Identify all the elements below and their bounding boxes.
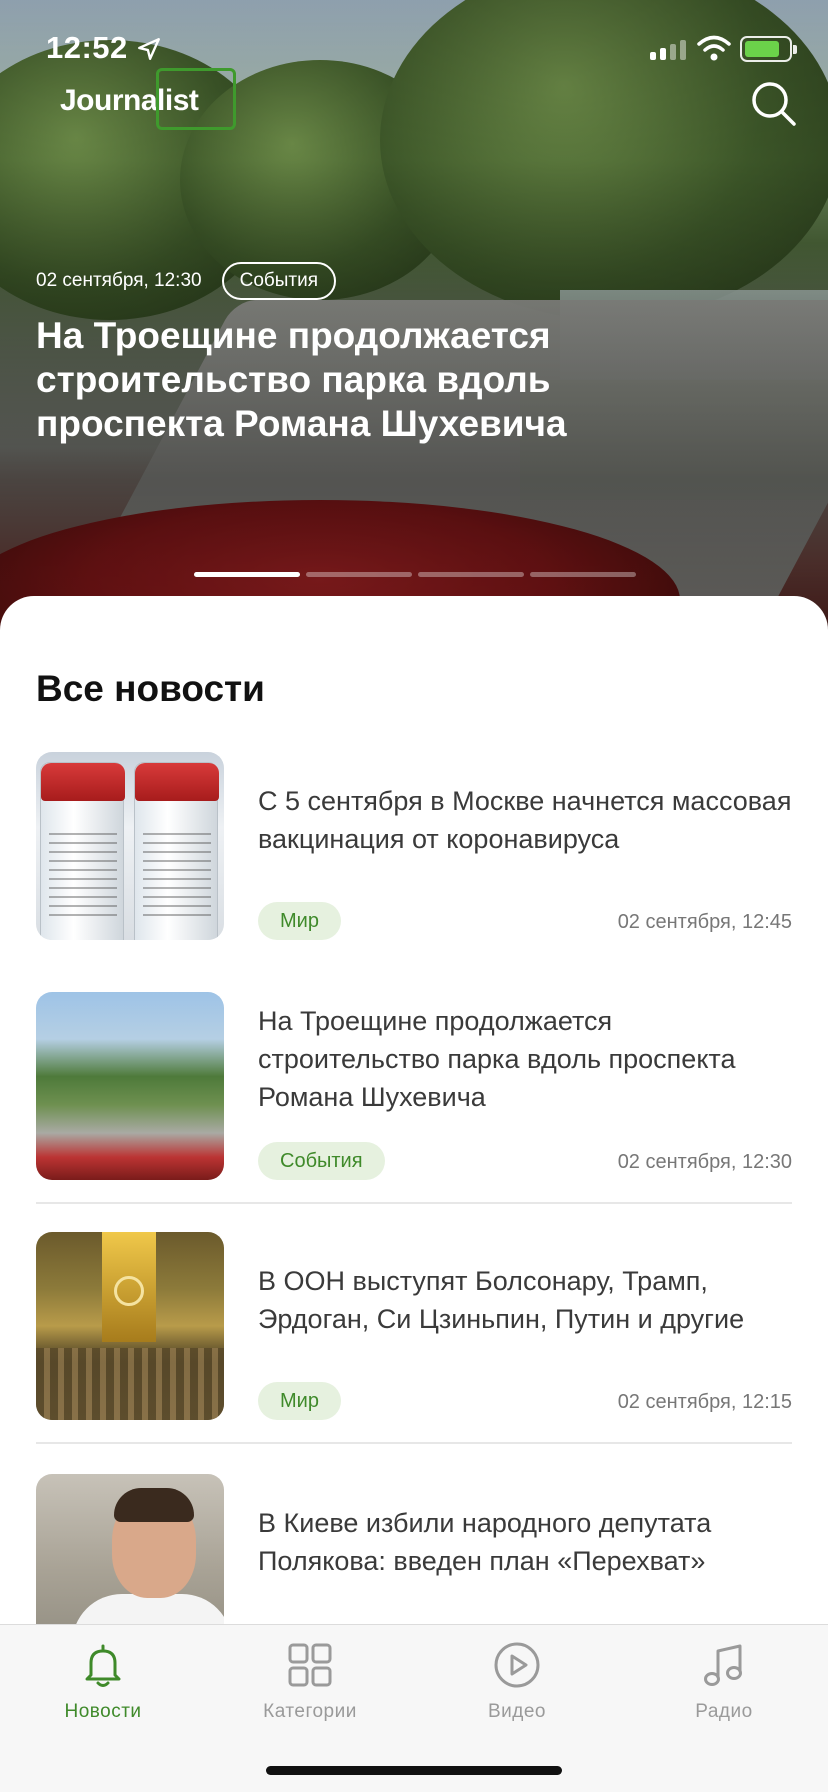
hero-meta: 02 сентября, 12:30 События xyxy=(36,262,337,300)
hero-pager xyxy=(194,572,636,577)
pager-dot[interactable] xyxy=(530,572,636,577)
news-category-tag[interactable]: События xyxy=(258,1142,385,1180)
news-thumbnail xyxy=(36,752,224,940)
news-item[interactable]: С 5 сентября в Москве начнется массовая … xyxy=(36,752,792,940)
hero-date: 02 сентября, 12:30 xyxy=(36,270,202,291)
status-time: 12:52 xyxy=(46,30,128,65)
hero-category-tag[interactable]: События xyxy=(221,262,337,300)
news-date: 02 сентября, 12:30 xyxy=(617,1151,792,1173)
news-title: В Киеве избили народного депутата Поляко… xyxy=(258,1508,712,1576)
play-icon xyxy=(494,1642,540,1688)
news-date: 02 сентября, 12:45 xyxy=(617,911,792,933)
pager-dot[interactable] xyxy=(418,572,524,577)
tab-news[interactable]: Новости xyxy=(23,1641,183,1723)
logo-frame xyxy=(156,68,236,130)
tab-label: Видео xyxy=(487,1701,546,1722)
tab-label: Новости xyxy=(64,1701,142,1722)
news-title: На Троещине продолжается строительство п… xyxy=(258,1006,736,1112)
divider xyxy=(36,1442,792,1444)
news-item[interactable]: В ООН выступят Болсонару, Трамп, Эрдоган… xyxy=(36,1232,792,1420)
home-indicator[interactable] xyxy=(266,1766,562,1775)
tab-label: Категории xyxy=(263,1701,357,1722)
tab-categories[interactable]: Категории xyxy=(230,1641,390,1723)
grid-icon xyxy=(288,1643,332,1687)
news-title: С 5 сентября в Москве начнется массовая … xyxy=(258,786,792,854)
news-feed[interactable]: Все новости С 5 сентября в Москве начнет… xyxy=(0,596,828,1792)
pager-dot[interactable] xyxy=(194,572,300,577)
news-category-tag[interactable]: Мир xyxy=(258,1382,341,1420)
tab-label: Радио xyxy=(695,1701,753,1722)
battery-icon xyxy=(740,36,797,62)
cellular-signal-icon xyxy=(650,38,686,60)
divider xyxy=(36,1202,792,1204)
news-date: 02 сентября, 12:15 xyxy=(617,1391,792,1413)
bell-icon xyxy=(85,1644,121,1687)
hero-title[interactable]: На Троещине продолжается строительство п… xyxy=(36,314,596,446)
news-thumbnail xyxy=(36,1232,224,1420)
tab-radio[interactable]: Радио xyxy=(644,1641,804,1723)
tab-video[interactable]: Видео xyxy=(437,1641,597,1723)
news-category-tag[interactable]: Мир xyxy=(258,902,341,940)
location-arrow-icon xyxy=(138,38,160,60)
search-icon[interactable] xyxy=(748,78,800,130)
section-title: Все новости xyxy=(36,668,265,709)
news-title: В ООН выступят Болсонару, Трамп, Эрдоган… xyxy=(258,1266,745,1334)
news-item[interactable]: На Троещине продолжается строительство п… xyxy=(36,992,792,1180)
music-note-icon xyxy=(704,1644,742,1686)
news-thumbnail xyxy=(36,992,224,1180)
wifi-icon xyxy=(697,35,731,61)
app-logo[interactable]: Journalist xyxy=(60,68,236,130)
pager-dot[interactable] xyxy=(306,572,412,577)
